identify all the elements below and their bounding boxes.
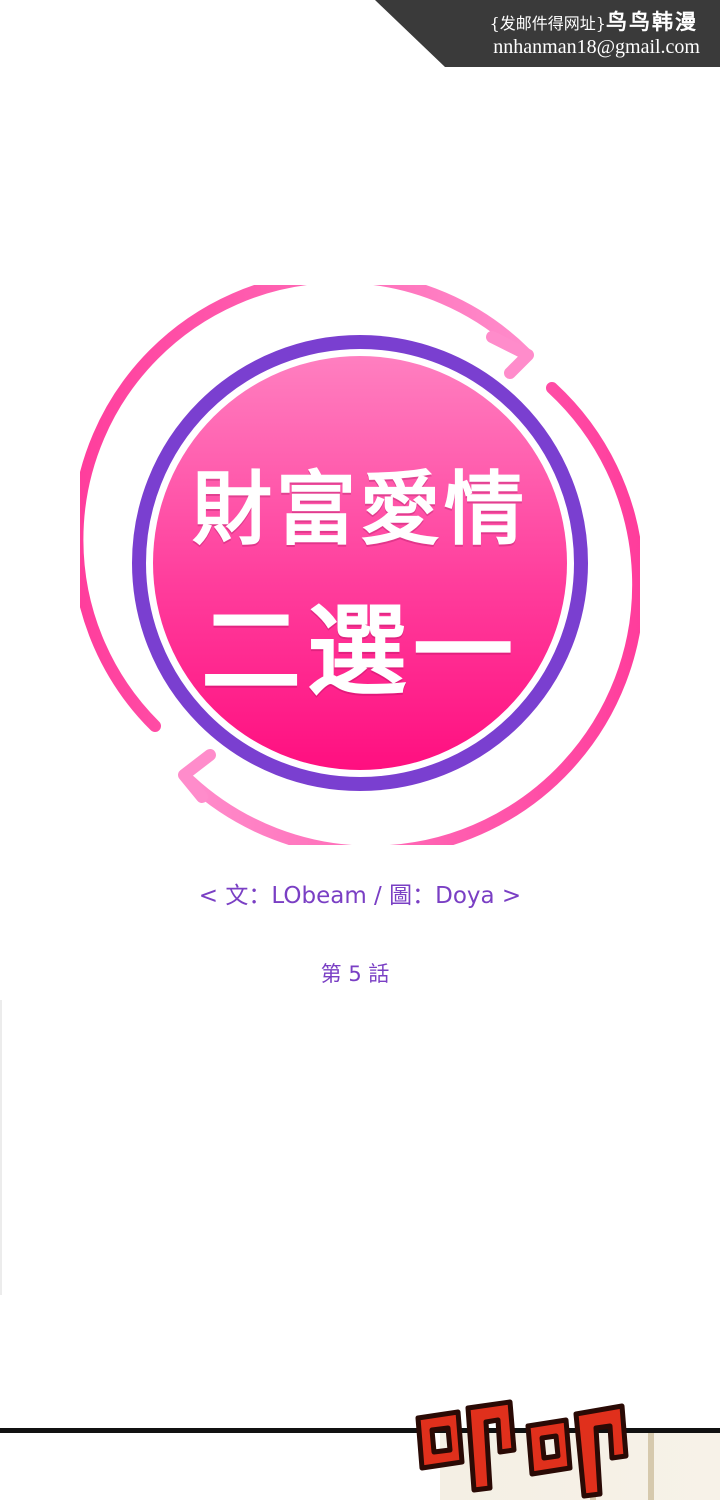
- writer-name: LObeam: [271, 883, 367, 909]
- artist-label: 圖: [389, 883, 413, 909]
- panel-edge: [0, 1000, 2, 1295]
- artist-separator: ：: [412, 883, 436, 909]
- watermark-title: {发邮件得网址}鸟鸟韩漫: [490, 6, 698, 36]
- title-logo-graphic: [80, 285, 640, 845]
- sfx-lettering: [415, 1399, 629, 1499]
- watermark-banner: {发邮件得网址}鸟鸟韩漫 nnhanman18@gmail.com: [375, 0, 720, 67]
- credits-divider: /: [374, 883, 382, 909]
- knock-sound-effect: [410, 1380, 650, 1500]
- artist-name: Doya: [435, 883, 495, 909]
- title-line-2: 二選一: [201, 593, 519, 710]
- credits-open-bracket: <: [198, 883, 219, 909]
- watermark-brand: 鸟鸟韩漫: [606, 9, 698, 34]
- credits-line: < 文：LObeam / 圖：Doya >: [0, 876, 720, 910]
- credits-close-bracket: >: [501, 883, 522, 909]
- episode-label: 第 5 話: [320, 962, 390, 986]
- title-line-1: 財富愛情: [192, 463, 528, 556]
- writer-label: 文: [225, 883, 249, 909]
- writer-separator: ：: [248, 883, 272, 909]
- watermark-prefix: {发邮件得网址}: [489, 14, 606, 33]
- watermark-email: nnhanman18@gmail.com: [493, 36, 700, 58]
- title-logo: 財富愛情 二選一: [80, 285, 640, 845]
